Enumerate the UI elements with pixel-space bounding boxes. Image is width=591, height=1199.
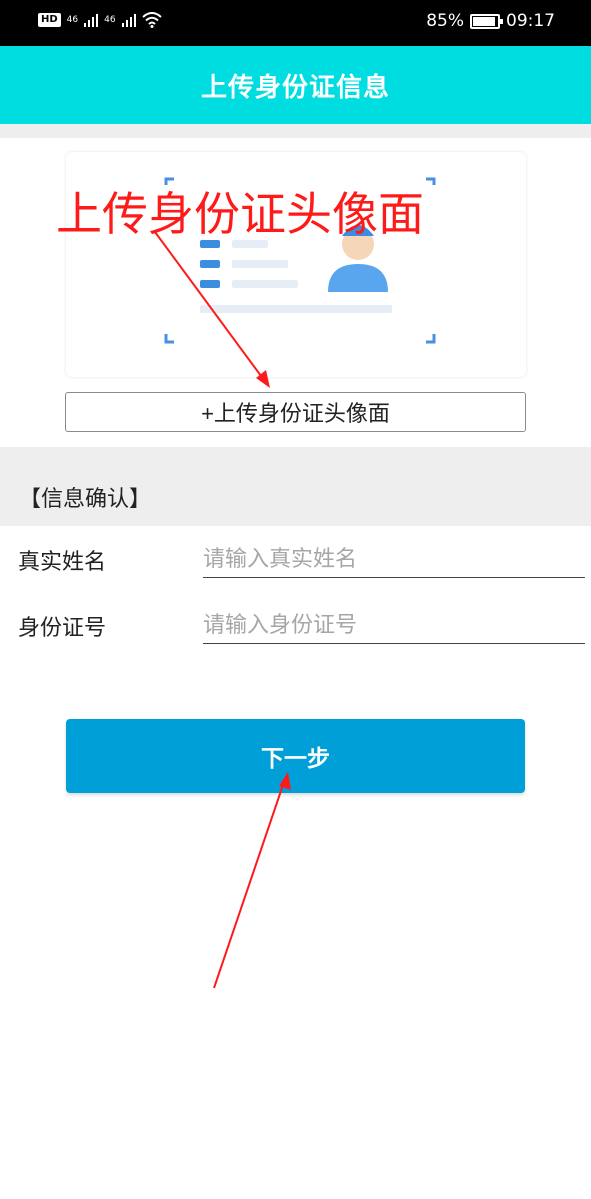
next-step-button[interactable]: 下一步: [66, 719, 525, 793]
signal-icon: [121, 13, 136, 27]
status-left: HD 46 46: [38, 12, 162, 28]
sim2-label: 46: [104, 15, 116, 25]
battery-percent: 85%: [426, 11, 464, 31]
divider: [0, 124, 591, 138]
sim1-label: 46: [66, 15, 79, 25]
real-name-input[interactable]: [203, 542, 585, 578]
page-title: 上传身份证信息: [200, 72, 390, 103]
clock: 09:17: [506, 11, 555, 31]
id-card-illustration: [164, 177, 436, 344]
section-title: 【信息确认】: [19, 487, 152, 512]
id-number-label: 身份证号: [18, 616, 107, 641]
app-header: 上传身份证信息: [0, 46, 591, 124]
name-label: 真实姓名: [18, 550, 107, 575]
hd-icon: HD: [38, 13, 61, 27]
id-number-input[interactable]: [203, 608, 585, 644]
annotation-text: 上传身份证头像面: [56, 187, 424, 241]
wifi-icon: [141, 12, 162, 28]
status-bar: HD 46 46 85% 09:17: [0, 0, 591, 46]
signal-icon: [84, 13, 99, 27]
battery-icon: [470, 13, 503, 29]
status-right: 85% 09:17: [426, 11, 555, 31]
upload-id-front-button[interactable]: +上传身份证头像面: [65, 392, 526, 432]
id-card-upload-area[interactable]: [66, 152, 526, 377]
